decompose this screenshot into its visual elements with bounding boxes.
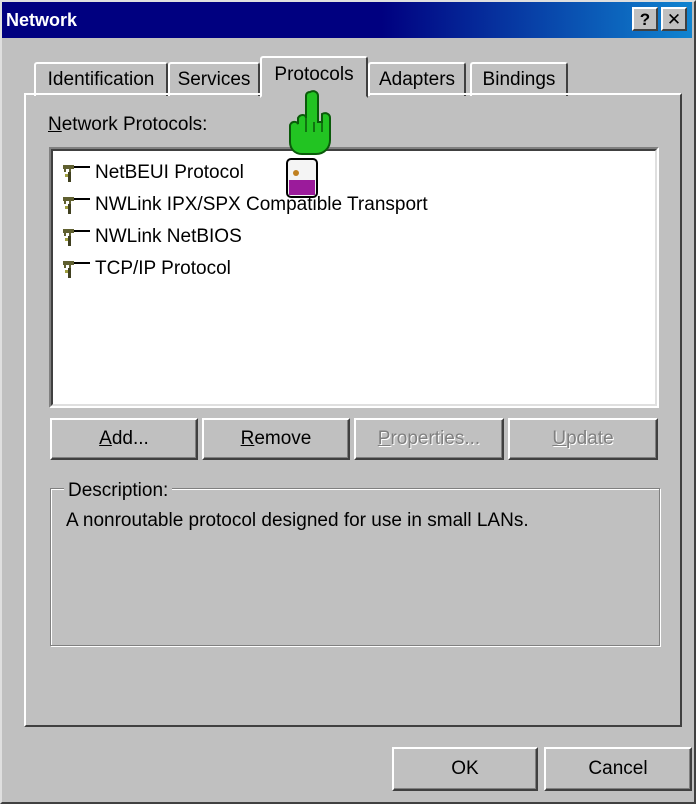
network-protocol-icon (63, 165, 90, 182)
tab-label: Services (177, 69, 251, 90)
tab-label: Identification (47, 69, 155, 90)
dragged-item-icon (286, 158, 318, 198)
network-protocol-icon (63, 229, 90, 246)
list-item[interactable]: NWLink IPX/SPX Compatible Transport (53, 189, 655, 221)
list-item[interactable]: NWLink NetBIOS (53, 221, 655, 253)
cancel-button[interactable]: Cancel (544, 747, 692, 791)
tab-identification[interactable]: Identification (34, 62, 168, 96)
network-protocols-list[interactable]: NetBEUI Protocol NWLink IPX/SPX Compatib… (49, 147, 659, 408)
close-icon: ✕ (666, 9, 682, 29)
network-protocol-icon (63, 197, 90, 214)
remove-button[interactable]: Remove (202, 418, 350, 460)
description-legend: Description: (64, 480, 173, 502)
properties-button[interactable]: Properties... (354, 418, 504, 460)
close-button[interactable]: ✕ (661, 7, 687, 31)
list-item[interactable]: NetBEUI Protocol (53, 157, 655, 189)
tab-label: Bindings (482, 69, 556, 90)
tab-label: Protocols (274, 64, 354, 85)
ok-button[interactable]: OK (392, 747, 538, 791)
hand-cursor-icon (289, 90, 331, 155)
network-protocols-label: Network Protocols: (48, 114, 208, 135)
help-icon: ? (639, 9, 651, 29)
description-text: A nonroutable protocol designed for use … (66, 510, 529, 531)
window-title: Network (6, 9, 78, 30)
update-button[interactable]: Update (508, 418, 658, 460)
list-item[interactable]: TCP/IP Protocol (53, 253, 655, 285)
help-button[interactable]: ? (632, 7, 658, 31)
add-button[interactable]: Add... (50, 418, 198, 460)
tab-services[interactable]: Services (168, 62, 260, 96)
tab-adapters[interactable]: Adapters (368, 62, 466, 96)
tab-bindings[interactable]: Bindings (470, 62, 568, 96)
title-bar[interactable]: Network ? ✕ (2, 2, 692, 38)
tab-label: Adapters (378, 69, 456, 90)
network-protocol-icon (63, 261, 90, 278)
